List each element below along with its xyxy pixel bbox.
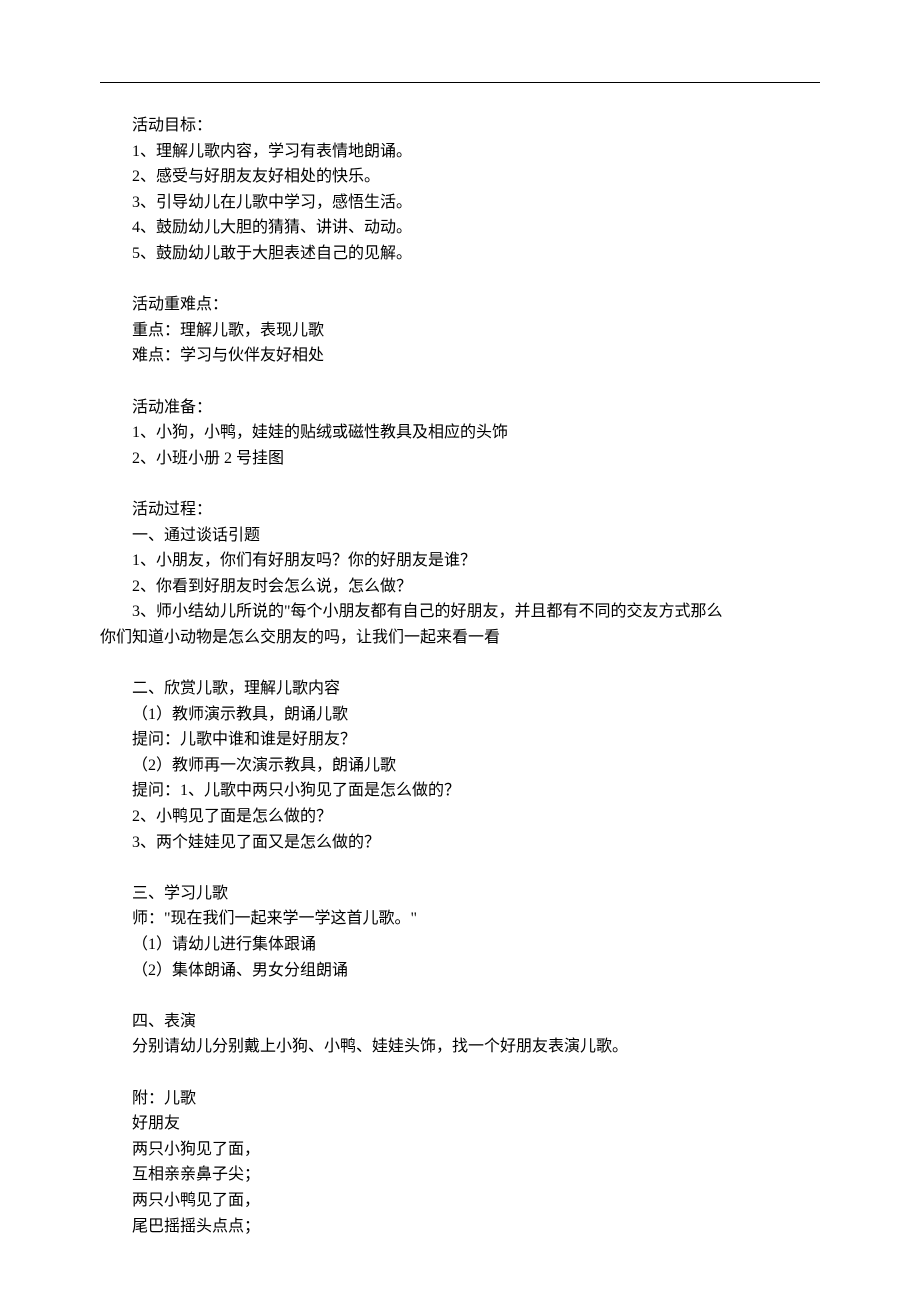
part3-item: （2）集体朗诵、男女分组朗诵	[100, 958, 820, 984]
part2-title: 二、欣赏儿歌，理解儿歌内容	[100, 676, 820, 702]
part4-title: 四、表演	[100, 1009, 820, 1035]
preparation-title: 活动准备：	[100, 395, 820, 421]
preparation-item: 2、小班小册 2 号挂图	[100, 446, 820, 472]
difficulty-item: 难点：学习与伙伴友好相处	[100, 343, 820, 369]
part2-item: 提问：1、儿歌中两只小狗见了面是怎么做的？	[100, 778, 820, 804]
horizontal-divider	[100, 82, 820, 83]
appendix-name: 好朋友	[100, 1111, 820, 1137]
goals-item: 2、感受与好朋友友好相处的快乐。	[100, 164, 820, 190]
part4-item: 分别请幼儿分别戴上小狗、小鸭、娃娃头饰，找一个好朋友表演儿歌。	[100, 1034, 820, 1060]
part1-title: 一、通过谈话引题	[100, 523, 820, 549]
difficulty-title: 活动重难点：	[100, 292, 820, 318]
part2-item: （1）教师演示教具，朗诵儿歌	[100, 702, 820, 728]
part3-title: 三、学习儿歌	[100, 881, 820, 907]
appendix-line: 互相亲亲鼻子尖；	[100, 1162, 820, 1188]
goals-item: 3、引导幼儿在儿歌中学习，感悟生活。	[100, 190, 820, 216]
part3-item: （1）请幼儿进行集体跟诵	[100, 932, 820, 958]
document-content: 活动目标： 1、理解儿歌内容，学习有表情地朗诵。 2、感受与好朋友友好相处的快乐…	[100, 113, 820, 1239]
process-title: 活动过程：	[100, 497, 820, 523]
goals-item: 4、鼓励幼儿大胆的猜猜、讲讲、动动。	[100, 215, 820, 241]
part2-item: （2）教师再一次演示教具，朗诵儿歌	[100, 753, 820, 779]
part2-item: 提问：儿歌中谁和谁是好朋友？	[100, 727, 820, 753]
difficulty-item: 重点：理解儿歌，表现儿歌	[100, 318, 820, 344]
appendix-line: 两只小狗见了面，	[100, 1137, 820, 1163]
part3-intro: 师："现在我们一起来学一学这首儿歌。"	[100, 906, 820, 932]
goals-item: 5、鼓励幼儿敢于大胆表述自己的见解。	[100, 241, 820, 267]
part2-item: 2、小鸭见了面是怎么做的？	[100, 804, 820, 830]
goals-item: 1、理解儿歌内容，学习有表情地朗诵。	[100, 139, 820, 165]
appendix-line: 两只小鸭见了面，	[100, 1188, 820, 1214]
part1-item: 1、小朋友，你们有好朋友吗？你的好朋友是谁？	[100, 548, 820, 574]
goals-title: 活动目标：	[100, 113, 820, 139]
preparation-item: 1、小狗，小鸭，娃娃的贴绒或磁性教具及相应的头饰	[100, 420, 820, 446]
part1-summary: 3、师小结幼儿所说的"每个小朋友都有自己的好朋友，并且都有不同的交友方式那么	[100, 599, 820, 625]
part1-summary: 你们知道小动物是怎么交朋友的吗，让我们一起来看一看	[100, 625, 820, 651]
part1-item: 2、你看到好朋友时会怎么说，怎么做？	[100, 574, 820, 600]
appendix-title: 附：儿歌	[100, 1086, 820, 1112]
appendix-line: 尾巴摇摇头点点；	[100, 1214, 820, 1240]
part2-item: 3、两个娃娃见了面又是怎么做的？	[100, 830, 820, 856]
